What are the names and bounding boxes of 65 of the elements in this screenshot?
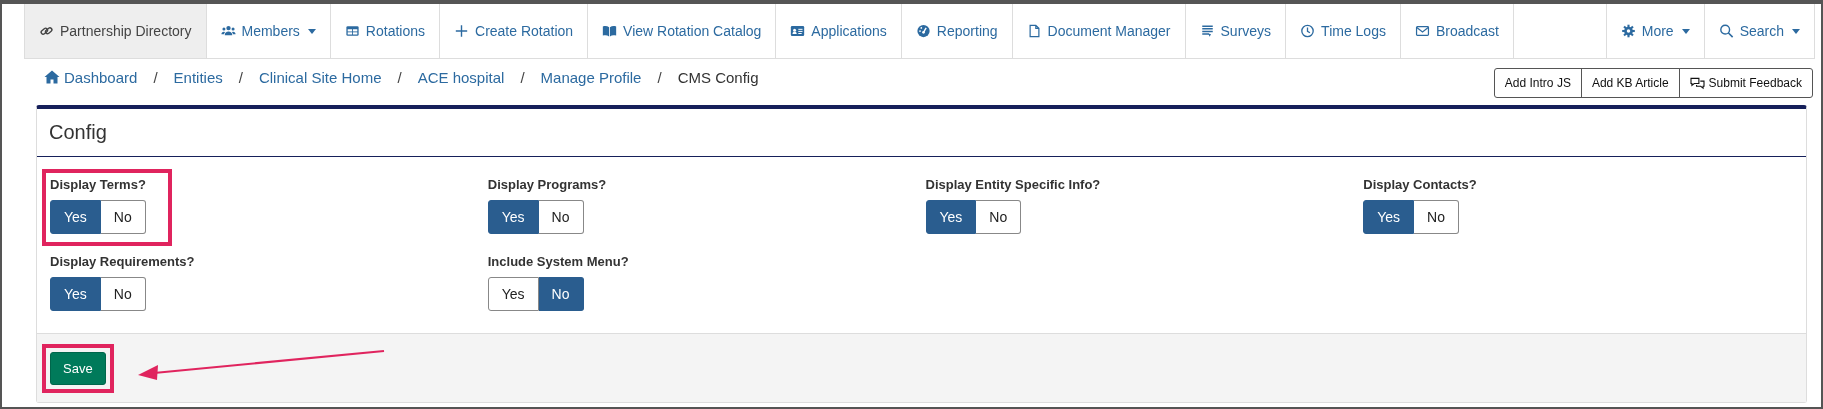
action-button[interactable]: Add KB Article	[1580, 68, 1680, 98]
field-label: Display Requirements?	[50, 254, 195, 269]
nav-item[interactable]: Search	[1704, 4, 1814, 58]
breadcrumb-link[interactable]: Clinical Site Home	[258, 68, 382, 86]
nav-item[interactable]: More	[1606, 4, 1705, 58]
envelope-icon	[1414, 24, 1430, 38]
breadcrumb-separator: /	[238, 68, 243, 86]
caret-icon	[307, 28, 316, 34]
caret-icon	[1681, 28, 1690, 34]
breadcrumb-current: CMS Config	[677, 68, 759, 86]
id-card-icon	[790, 24, 806, 38]
home-icon	[44, 70, 60, 84]
breadcrumb-separator: /	[397, 68, 402, 86]
nav-item[interactable]: Broadcast	[1400, 4, 1514, 58]
search-icon	[1718, 24, 1734, 38]
toggle-option[interactable]: Yes	[50, 200, 101, 234]
book-icon	[602, 24, 618, 38]
toggle-option[interactable]: Yes	[487, 200, 539, 234]
field-label: Display Entity Specific Info?	[925, 177, 1101, 192]
field-label: Display Programs?	[487, 177, 607, 192]
toggle-option[interactable]: No	[538, 200, 584, 234]
toggle-option[interactable]: Yes	[50, 277, 101, 311]
field-label: Display Terms?	[50, 177, 146, 192]
breadcrumb-separator: /	[520, 68, 525, 86]
nav-item[interactable]: Document Manager	[1012, 4, 1186, 58]
breadcrumb-link[interactable]: ACE hospital	[417, 68, 505, 86]
toggle-option[interactable]: No	[538, 277, 584, 311]
nav-item[interactable]: View Rotation Catalog	[588, 4, 777, 58]
breadcrumb-separator: /	[153, 68, 158, 86]
breadcrumb-link[interactable]: Entities	[173, 68, 223, 86]
caret-icon	[1792, 28, 1800, 34]
field-label: Display Contacts?	[1363, 177, 1477, 192]
plus-icon	[454, 24, 469, 38]
breadcrumb-link[interactable]: Manage Profile	[540, 68, 642, 86]
nav-item[interactable]: Members	[206, 4, 331, 58]
save-button[interactable]: Save	[50, 351, 106, 385]
toggle-option[interactable]: Yes	[1363, 200, 1415, 234]
toggle-option[interactable]: Yes	[487, 277, 539, 311]
toggle-option[interactable]: No	[100, 200, 146, 234]
list-icon	[1199, 24, 1215, 38]
nav-item[interactable]: Surveys	[1185, 4, 1287, 58]
chat-icon	[1689, 76, 1705, 90]
toggle-option[interactable]: No	[976, 200, 1022, 234]
nav-item[interactable]: Reporting	[901, 4, 1013, 58]
field-label: Include System Menu?	[487, 254, 629, 269]
nav-item[interactable]: Create Rotation	[440, 4, 589, 58]
action-button[interactable]: Add Intro JS	[1493, 68, 1582, 98]
toggle-option[interactable]: No	[100, 277, 146, 311]
toggle-option[interactable]: Yes	[925, 200, 977, 234]
settings-icon	[1620, 24, 1636, 38]
users-icon	[220, 24, 236, 38]
file-icon	[1026, 24, 1042, 38]
nav-item[interactable]: Time Logs	[1286, 4, 1401, 58]
action-button[interactable]: Submit Feedback	[1678, 68, 1813, 98]
clock-icon	[1300, 24, 1316, 38]
breadcrumb-separator: /	[657, 68, 662, 86]
link-icon	[39, 24, 54, 38]
panel-title: Config	[49, 121, 108, 144]
nav-item[interactable]: Applications	[776, 4, 902, 58]
nav-item[interactable]: Rotations	[330, 4, 440, 58]
gauge-icon	[915, 24, 931, 38]
nav-item[interactable]: Partnership Directory	[25, 4, 207, 58]
breadcrumb-link[interactable]: Dashboard	[64, 68, 138, 86]
table-icon	[344, 24, 360, 38]
toggle-option[interactable]: No	[1414, 200, 1459, 234]
